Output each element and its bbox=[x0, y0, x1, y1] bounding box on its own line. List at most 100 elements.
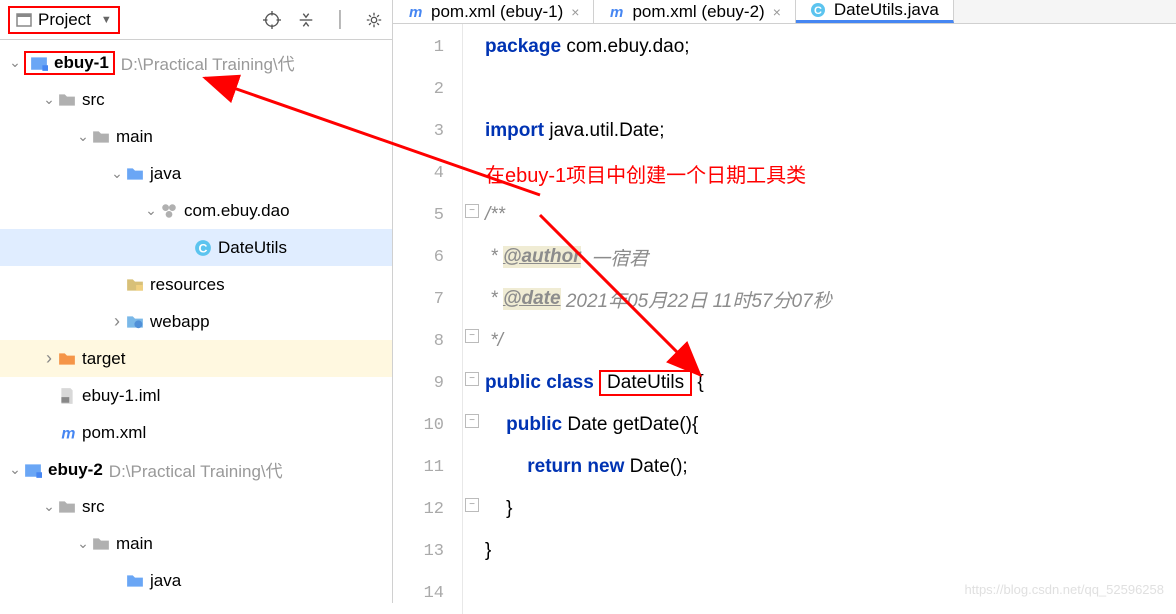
tree-node-src[interactable]: src bbox=[0, 81, 392, 118]
project-label-text: Project bbox=[38, 10, 91, 30]
fold-icon[interactable]: − bbox=[465, 414, 479, 428]
folder-icon bbox=[58, 498, 76, 516]
maven-icon: m bbox=[58, 424, 76, 442]
svg-text:m: m bbox=[61, 425, 75, 441]
expand-icon[interactable] bbox=[74, 128, 92, 145]
target-icon[interactable] bbox=[262, 10, 282, 30]
tree-node-iml[interactable]: ebuy-1.iml bbox=[0, 377, 392, 414]
node-label: ebuy-1.iml bbox=[82, 386, 160, 406]
source-folder-icon bbox=[126, 572, 144, 590]
expand-icon[interactable] bbox=[40, 91, 58, 108]
module-icon bbox=[30, 54, 48, 72]
svg-text:C: C bbox=[199, 241, 208, 255]
project-tree: ebuy-1 D:\Practical Training\代 src main … bbox=[0, 40, 392, 603]
tree-node-webapp[interactable]: webapp bbox=[0, 303, 392, 340]
tab-dateutils[interactable]: C DateUtils.java bbox=[796, 0, 954, 23]
doc-tag: @author bbox=[503, 246, 581, 268]
header-toolbar: | bbox=[262, 10, 384, 30]
code-text: com.ebuy.dao; bbox=[561, 36, 690, 58]
tree-node-package[interactable]: com.ebuy.dao bbox=[0, 192, 392, 229]
keyword: package bbox=[485, 36, 561, 58]
tab-label: DateUtils.java bbox=[834, 0, 939, 20]
node-label: ebuy-1 bbox=[54, 53, 109, 73]
expand-icon[interactable] bbox=[6, 461, 24, 478]
close-icon[interactable]: × bbox=[773, 4, 781, 20]
project-header: Project ▼ | bbox=[0, 0, 392, 40]
comment: * bbox=[485, 288, 503, 310]
line-number: 2 bbox=[393, 68, 462, 110]
fold-icon[interactable]: − bbox=[465, 329, 479, 343]
line-number: 5 bbox=[393, 194, 462, 236]
expand-icon[interactable] bbox=[74, 535, 92, 552]
editor-body: 1 2 3 4 5 6 7 8 9 10 11 12 13 14 − − − −… bbox=[393, 24, 1176, 614]
project-box-icon bbox=[16, 12, 32, 28]
node-label: src bbox=[82, 90, 105, 110]
indent bbox=[485, 456, 527, 478]
comment: 2021年05月22日 11时57分07秒 bbox=[561, 286, 832, 313]
tree-node-main[interactable]: main bbox=[0, 118, 392, 155]
expand-icon[interactable] bbox=[6, 54, 24, 71]
maven-icon: m bbox=[608, 4, 624, 20]
tree-node-main2[interactable]: main bbox=[0, 525, 392, 562]
line-number: 4 bbox=[393, 152, 462, 194]
expand-icon[interactable] bbox=[40, 498, 58, 515]
project-sidebar: Project ▼ | ebuy-1 D:\Practical Training… bbox=[0, 0, 393, 603]
package-icon bbox=[160, 202, 178, 220]
code-text: java.util.Date; bbox=[544, 120, 664, 142]
expand-icon[interactable] bbox=[108, 311, 126, 332]
node-label: com.ebuy.dao bbox=[184, 201, 290, 221]
line-number: 13 bbox=[393, 530, 462, 572]
tab-label: pom.xml (ebuy-2) bbox=[632, 2, 764, 22]
close-icon[interactable]: × bbox=[571, 4, 579, 20]
project-title[interactable]: Project ▼ bbox=[8, 6, 120, 34]
gear-icon[interactable] bbox=[364, 10, 384, 30]
comment: /** bbox=[485, 204, 505, 226]
comment: 一宿君 bbox=[581, 244, 649, 271]
module-icon bbox=[24, 461, 42, 479]
node-label: java bbox=[150, 164, 181, 184]
tree-node-java[interactable]: java bbox=[0, 155, 392, 192]
keyword: import bbox=[485, 120, 544, 142]
folder-icon bbox=[58, 91, 76, 109]
maven-icon: m bbox=[407, 4, 423, 20]
node-label: pom.xml bbox=[82, 423, 146, 443]
code-area[interactable]: package com.ebuy.dao; import java.util.D… bbox=[485, 24, 1176, 614]
expand-icon[interactable] bbox=[142, 202, 160, 219]
code-text: { bbox=[692, 372, 704, 394]
tree-node-java2[interactable]: java bbox=[0, 562, 392, 599]
svg-text:m: m bbox=[610, 4, 623, 20]
expand-icon[interactable] bbox=[40, 348, 58, 369]
tree-node-pom[interactable]: m pom.xml bbox=[0, 414, 392, 451]
code-text: } bbox=[485, 540, 491, 562]
editor-tabs: m pom.xml (ebuy-1) × m pom.xml (ebuy-2) … bbox=[393, 0, 1176, 24]
keyword: return new bbox=[527, 456, 624, 478]
node-label: DateUtils bbox=[218, 238, 287, 258]
tree-node-target[interactable]: target bbox=[0, 340, 392, 377]
line-gutter: 1 2 3 4 5 6 7 8 9 10 11 12 13 14 bbox=[393, 24, 463, 614]
fold-icon[interactable]: − bbox=[465, 204, 479, 218]
tab-label: pom.xml (ebuy-1) bbox=[431, 2, 563, 22]
node-label: src bbox=[82, 497, 105, 517]
svg-text:m: m bbox=[409, 4, 422, 20]
line-number: 14 bbox=[393, 572, 462, 614]
node-label: main bbox=[116, 534, 153, 554]
tree-node-src2[interactable]: src bbox=[0, 488, 392, 525]
tree-node-ebuy-1[interactable]: ebuy-1 D:\Practical Training\代 bbox=[0, 44, 392, 81]
line-number: 7 bbox=[393, 278, 462, 320]
tab-pom-ebuy1[interactable]: m pom.xml (ebuy-1) × bbox=[393, 0, 594, 23]
tab-pom-ebuy2[interactable]: m pom.xml (ebuy-2) × bbox=[594, 0, 795, 23]
iml-file-icon bbox=[58, 387, 76, 405]
annotation-text: 在ebuy-1项目中创建一个日期工具类 bbox=[485, 159, 806, 188]
fold-icon[interactable]: − bbox=[465, 372, 479, 386]
expand-icon[interactable] bbox=[108, 165, 126, 182]
collapse-icon[interactable] bbox=[296, 10, 316, 30]
fold-icon[interactable]: − bbox=[465, 498, 479, 512]
tree-node-ebuy-2[interactable]: ebuy-2 D:\Practical Training\代 bbox=[0, 451, 392, 488]
chevron-down-icon: ▼ bbox=[101, 14, 112, 26]
comment: */ bbox=[485, 330, 503, 352]
tree-node-resources[interactable]: resources bbox=[0, 266, 392, 303]
folder-icon bbox=[92, 535, 110, 553]
node-label: resources bbox=[150, 275, 225, 295]
tree-node-dateutils[interactable]: C DateUtils bbox=[0, 229, 392, 266]
node-label: target bbox=[82, 349, 125, 369]
